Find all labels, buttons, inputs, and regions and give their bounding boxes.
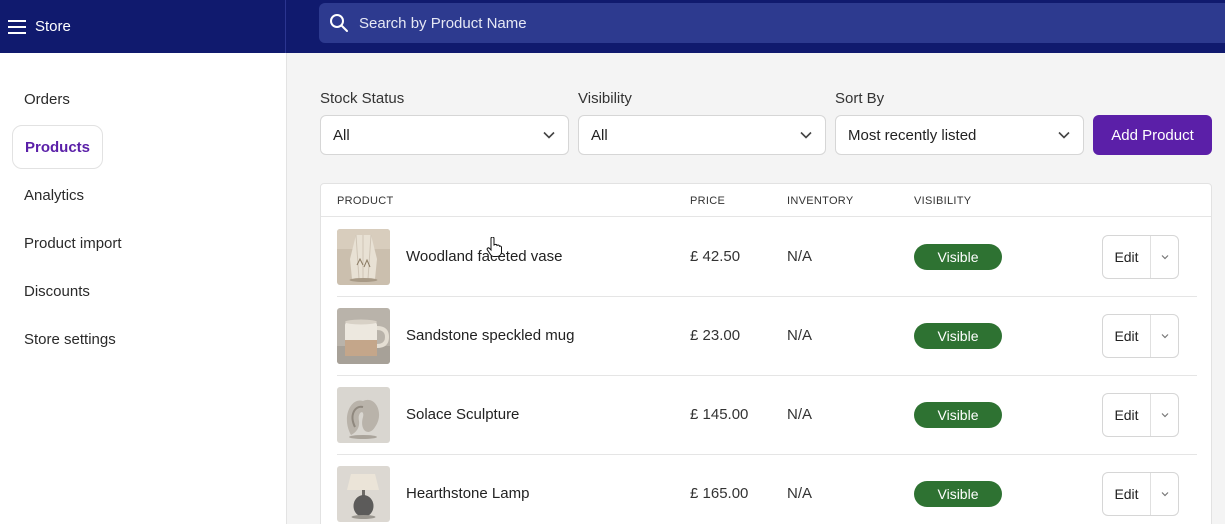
visibility-badge: Visible xyxy=(914,481,1002,507)
column-header-price: PRICE xyxy=(690,195,726,207)
visibility-label: Visibility xyxy=(578,90,632,107)
chevron-down-icon xyxy=(543,131,555,139)
chevron-down-icon[interactable] xyxy=(1151,236,1178,278)
visibility-badge: Visible xyxy=(914,244,1002,270)
sidebar-item-orders[interactable]: Orders xyxy=(12,77,82,121)
search-icon xyxy=(319,3,359,43)
edit-button-group: Edit xyxy=(1102,314,1179,358)
stock-status-select[interactable]: All xyxy=(320,115,569,155)
brand-area: Store xyxy=(0,0,286,53)
visibility-select[interactable]: All xyxy=(578,115,826,155)
sidebar-item-store-settings[interactable]: Store settings xyxy=(12,317,128,361)
chevron-down-icon xyxy=(800,131,812,139)
product-inventory: N/A xyxy=(787,327,813,344)
app-title: Store xyxy=(35,18,71,35)
product-price: £ 42.50 xyxy=(690,248,741,265)
sort-by-label: Sort By xyxy=(835,90,885,107)
table-row[interactable]: Sandstone speckled mug £ 23.00 N/A Visib… xyxy=(321,297,1211,376)
sidebar-item-analytics[interactable]: Analytics xyxy=(12,173,96,217)
column-header-product: PRODUCT xyxy=(337,195,394,207)
product-thumbnail[interactable] xyxy=(337,229,390,285)
table-header: PRODUCT PRICE INVENTORY VISIBILITY xyxy=(321,184,1211,217)
product-thumbnail[interactable] xyxy=(337,308,390,364)
table-row[interactable]: Hearthstone Lamp £ 165.00 N/A Visible Ed… xyxy=(321,455,1211,524)
edit-button-group: Edit xyxy=(1102,235,1179,279)
search-bar[interactable] xyxy=(319,3,1225,43)
sort-by-value: Most recently listed xyxy=(848,126,977,144)
sidebar-item-discounts[interactable]: Discounts xyxy=(12,269,102,313)
product-inventory: N/A xyxy=(787,406,813,423)
hand-cursor-icon xyxy=(486,236,502,262)
edit-button-group: Edit xyxy=(1102,472,1179,516)
edit-button[interactable]: Edit xyxy=(1103,394,1151,436)
visibility-badge: Visible xyxy=(914,323,1002,349)
chevron-down-icon[interactable] xyxy=(1151,394,1178,436)
edit-button-group: Edit xyxy=(1102,393,1179,437)
product-name[interactable]: Woodland faceted vase xyxy=(406,248,563,265)
column-header-visibility: VISIBILITY xyxy=(914,195,972,207)
chevron-down-icon[interactable] xyxy=(1151,315,1178,357)
product-thumbnail[interactable] xyxy=(337,387,390,443)
product-inventory: N/A xyxy=(787,485,813,502)
product-price: £ 165.00 xyxy=(690,485,749,502)
product-thumbnail[interactable] xyxy=(337,466,390,522)
sidebar: Orders Products Analytics Product import… xyxy=(0,53,287,524)
product-name[interactable]: Sandstone speckled mug xyxy=(406,327,574,344)
edit-button[interactable]: Edit xyxy=(1103,236,1151,278)
visibility-badge: Visible xyxy=(914,402,1002,428)
products-table: PRODUCT PRICE INVENTORY VISIBILITY Woodl… xyxy=(320,183,1212,524)
sort-by-select[interactable]: Most recently listed xyxy=(835,115,1084,155)
edit-button[interactable]: Edit xyxy=(1103,315,1151,357)
product-name[interactable]: Hearthstone Lamp xyxy=(406,485,529,502)
stock-status-value: All xyxy=(333,126,350,144)
add-product-button[interactable]: Add Product xyxy=(1093,115,1212,155)
edit-button[interactable]: Edit xyxy=(1103,473,1151,515)
product-price: £ 145.00 xyxy=(690,406,749,423)
top-bar: Store xyxy=(0,0,1225,53)
chevron-down-icon[interactable] xyxy=(1151,473,1178,515)
product-inventory: N/A xyxy=(787,248,813,265)
search-input[interactable] xyxy=(359,14,959,32)
product-name[interactable]: Solace Sculpture xyxy=(406,406,519,423)
sidebar-item-products[interactable]: Products xyxy=(12,125,104,169)
product-price: £ 23.00 xyxy=(690,327,741,344)
table-row[interactable]: Woodland faceted vase £ 42.50 N/A Visibl… xyxy=(321,218,1211,297)
sidebar-item-product-import[interactable]: Product import xyxy=(12,221,134,265)
chevron-down-icon xyxy=(1058,131,1070,139)
visibility-value: All xyxy=(591,126,608,144)
hamburger-icon[interactable] xyxy=(0,0,35,53)
column-header-inventory: INVENTORY xyxy=(787,195,854,207)
table-row[interactable]: Solace Sculpture £ 145.00 N/A Visible Ed… xyxy=(321,376,1211,455)
stock-status-label: Stock Status xyxy=(320,90,405,107)
